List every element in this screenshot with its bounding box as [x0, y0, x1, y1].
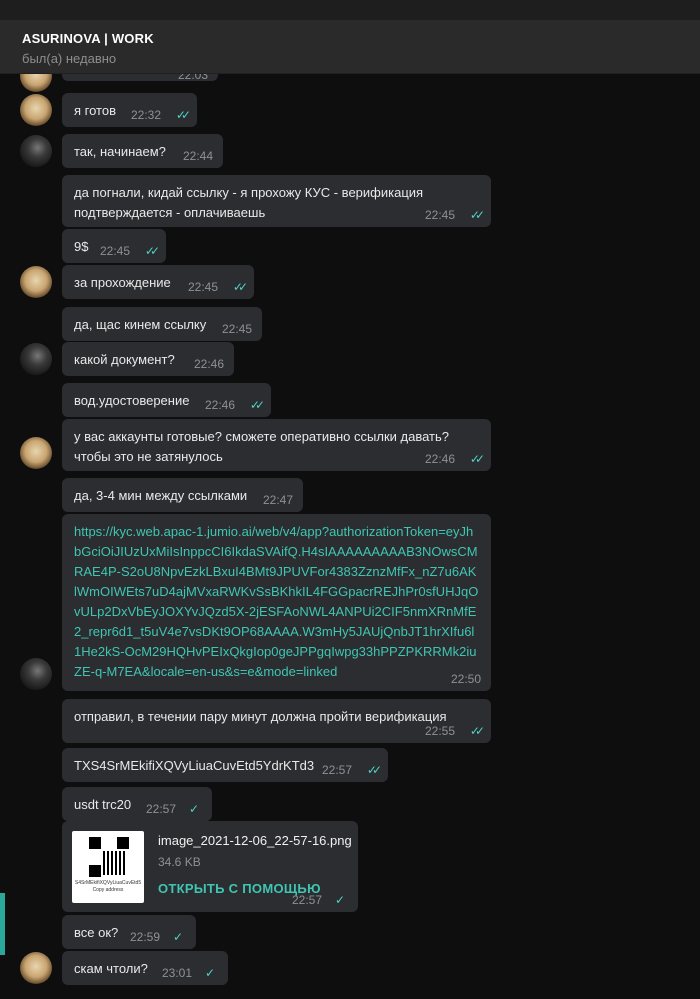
check-icon: ✓ [334, 893, 345, 907]
message-bubble[interactable]: да погнали, кидай ссылку - я прохожу КУС… [62, 175, 491, 227]
avatar[interactable] [20, 952, 52, 984]
message-time: 23:01 [161, 966, 192, 980]
message-text: скам чтоли? [74, 961, 148, 976]
message-time: 22:57 [291, 893, 322, 907]
double-check-icon: ✓✓ [366, 763, 382, 777]
qr-copy-label: Copy address [92, 887, 124, 893]
message-text: да погнали, кидай ссылку - я прохожу КУС… [74, 185, 424, 220]
check-icon: ✓ [188, 802, 199, 816]
double-check-icon: ✓✓ [175, 108, 191, 122]
qr-code-icon [89, 837, 129, 877]
message-time: 22:50 [450, 672, 481, 686]
message-time: 22:44 [182, 149, 213, 163]
avatar[interactable] [20, 266, 52, 298]
double-check-icon: ✓✓ [144, 244, 160, 258]
avatar[interactable] [20, 437, 52, 469]
avatar[interactable] [20, 658, 52, 690]
message-bubble[interactable]: так, начинаем? 22:44 [62, 134, 223, 168]
check-icon: ✓ [204, 966, 215, 980]
qr-caption: S4SrMEkifiXQVyLiuaCuvEtd5 [74, 880, 142, 886]
avatar[interactable] [20, 343, 52, 375]
message-time: 22:57 [145, 802, 176, 816]
check-icon: ✓ [172, 930, 183, 944]
message-time: 22:45 [221, 322, 252, 336]
message-bubble[interactable]: у вас аккаунты готовые? сможете оператив… [62, 419, 491, 471]
message-bubble[interactable]: вод.удостоверение 22:46 ✓✓ [62, 383, 271, 417]
message-time: 22:46 [204, 398, 235, 412]
message-time: 22:32 [130, 108, 161, 122]
message-time: 22:59 [129, 930, 160, 944]
message-bubble[interactable]: отправил, в течении пару минут должна пр… [62, 699, 491, 743]
message-bubble[interactable]: да, щас кинем ссылку 22:45 [62, 307, 262, 341]
message-time: 22:55 [424, 724, 455, 738]
avatar[interactable] [20, 135, 52, 167]
double-check-icon: ✓✓ [469, 208, 485, 222]
message-bubble[interactable]: все ок? 22:59 ✓ [62, 915, 196, 949]
message-time: 22:45 [187, 280, 218, 294]
message-time: 22:57 [321, 763, 352, 777]
message-bubble[interactable]: usdt trc20 22:57 ✓ [62, 787, 212, 821]
message-time: 22:46 [424, 452, 455, 466]
message-bubble[interactable]: за прохождение 22:45 ✓✓ [62, 265, 254, 299]
message-text: usdt trc20 [74, 797, 132, 812]
chat-header[interactable]: ASURINOVA | WORK был(а) недавно [0, 20, 700, 74]
window-top-strip [0, 0, 700, 20]
avatar[interactable] [20, 74, 52, 92]
message-time: 22:45 [99, 244, 130, 258]
avatar[interactable] [20, 94, 52, 126]
message-time: 22:45 [424, 208, 455, 222]
message-time: 22:47 [262, 493, 293, 507]
message-text: отправил, в течении пару минут должна пр… [74, 709, 447, 724]
file-name: image_2021-12-06_22-57-16.png [158, 833, 352, 848]
message-bubble[interactable]: я готов 22:32 ✓✓ [62, 93, 197, 127]
message-text: у вас аккаунты готовые? сможете оператив… [74, 429, 449, 464]
message-bubble[interactable]: да, 3-4 мин между ссылками 22:47 [62, 478, 303, 512]
double-check-icon: ✓✓ [232, 280, 248, 294]
message-list[interactable]: 22:03 я готов 22:32 ✓✓ так, начинаем? 22… [0, 74, 700, 999]
selection-indicator [0, 893, 5, 955]
double-check-icon: ✓✓ [469, 724, 485, 738]
message-bubble[interactable]: какой документ? 22:46 [62, 342, 234, 376]
message-bubble[interactable]: TXS4SrMEkifiXQVyLiuaCuvEtd5YdrKTd3 22:57… [62, 748, 388, 782]
double-check-icon: ✓✓ [249, 398, 265, 412]
file-message[interactable]: S4SrMEkifiXQVyLiuaCuvEtd5 Copy address i… [62, 821, 358, 912]
chat-title[interactable]: ASURINOVA | WORK [22, 31, 154, 46]
message-bubble[interactable]: 22:03 [62, 74, 218, 82]
last-seen-status: был(а) недавно [22, 51, 117, 66]
message-bubble[interactable]: скам чтоли? 23:01 ✓ [62, 951, 228, 985]
message-bubble[interactable]: https://kyc.web.apac-1.jumio.ai/web/v4/a… [62, 514, 491, 691]
message-bubble[interactable]: 9$ 22:45 ✓✓ [62, 229, 166, 263]
message-time: 22:03 [177, 74, 208, 82]
image-thumbnail[interactable]: S4SrMEkifiXQVyLiuaCuvEtd5 Copy address [72, 831, 144, 903]
double-check-icon: ✓✓ [469, 452, 485, 466]
message-time: 22:46 [193, 357, 224, 371]
file-size: 34.6 KB [158, 855, 201, 869]
message-link[interactable]: https://kyc.web.apac-1.jumio.ai/web/v4/a… [74, 524, 478, 679]
